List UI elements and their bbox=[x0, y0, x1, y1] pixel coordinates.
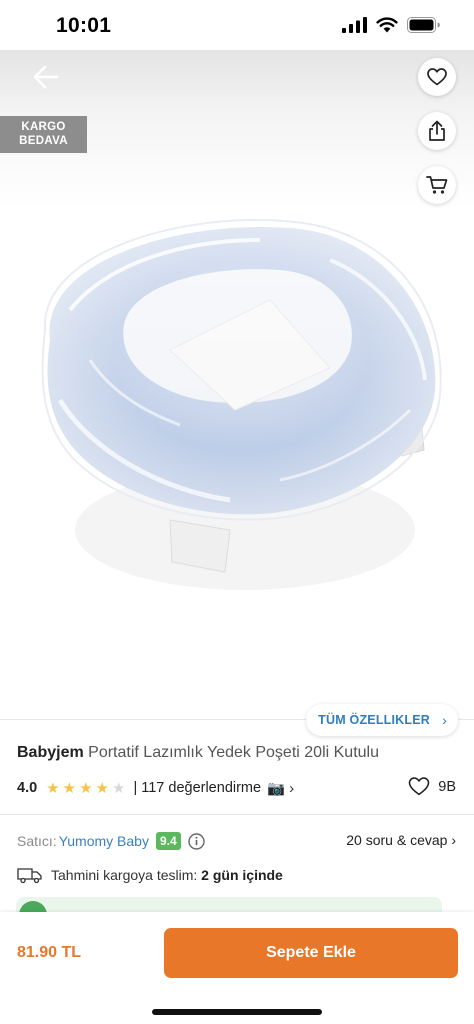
delivery-label: Tahmini kargoya teslim: bbox=[51, 867, 198, 883]
seller-row: Satıcı: Yumomy Baby 9.4 bbox=[17, 832, 205, 850]
all-features-button[interactable]: TÜM ÖZELLIKLER › bbox=[306, 704, 458, 736]
rating-row[interactable]: 4.0 ★ ★ ★ ★ ★ | 117 değerlendirme 📷 › bbox=[17, 778, 294, 798]
chevron-right-icon: › bbox=[442, 712, 447, 728]
camera-icon: 📷 bbox=[267, 780, 286, 797]
add-to-cart-button[interactable]: Sepete Ekle bbox=[164, 928, 458, 978]
status-icons bbox=[342, 17, 440, 33]
back-button[interactable] bbox=[30, 62, 62, 92]
heart-icon bbox=[408, 777, 430, 796]
delivery-estimate: Tahmini kargoya teslim: 2 gün içinde bbox=[17, 866, 283, 884]
battery-icon bbox=[407, 17, 440, 33]
bottom-bar: 81.90 TL Sepete Ekle bbox=[0, 912, 474, 1024]
star-icon: ★ bbox=[62, 779, 77, 797]
seller-prefix: Satıcı: bbox=[17, 833, 57, 849]
share-icon bbox=[429, 120, 445, 141]
product-image bbox=[41, 218, 442, 590]
star-icon: ★ bbox=[46, 779, 60, 797]
seller-name-link[interactable]: Yumomy Baby bbox=[59, 833, 149, 849]
questions-answers-link[interactable]: 20 soru & cevap › bbox=[346, 832, 456, 848]
price: 81.90 TL bbox=[17, 944, 82, 961]
truck-icon bbox=[17, 868, 42, 884]
like-count-value: 9B bbox=[438, 778, 456, 795]
badge-line1: KARGO bbox=[21, 121, 66, 133]
rating-stars: ★ ★ ★ ★ ★ bbox=[46, 781, 125, 796]
star-icon: ★ bbox=[79, 779, 93, 797]
star-icon: ★ bbox=[111, 779, 126, 797]
star-icon: ★ bbox=[95, 779, 109, 797]
like-count[interactable]: 9B bbox=[408, 777, 456, 796]
divider bbox=[0, 814, 474, 815]
all-features-label: TÜM ÖZELLIKLER bbox=[318, 713, 430, 727]
review-count[interactable]: | 117 değerlendirme bbox=[133, 780, 261, 796]
free-shipping-badge: KARGO BEDAVA bbox=[0, 116, 87, 153]
share-button[interactable] bbox=[418, 112, 456, 150]
info-icon[interactable] bbox=[187, 832, 205, 850]
badge-line2: BEDAVA bbox=[19, 135, 68, 147]
heart-icon bbox=[427, 68, 447, 86]
delivery-text: Tahmini kargoya teslim: 2 gün içinde bbox=[51, 867, 283, 883]
product-title: Babyjem Portatif Lazımlık Yedek Poşeti 2… bbox=[17, 744, 379, 762]
status-time: 10:01 bbox=[56, 14, 112, 37]
status-bar: 10:01 bbox=[0, 0, 474, 50]
product-name: Portatif Lazımlık Yedek Poşeti 20li Kutu… bbox=[88, 744, 379, 761]
chevron-right-icon: › bbox=[451, 832, 456, 848]
rating-value: 4.0 bbox=[17, 780, 38, 796]
cart-button[interactable] bbox=[418, 166, 456, 204]
favorite-button[interactable] bbox=[418, 58, 456, 96]
chevron-right-icon: › bbox=[289, 779, 295, 797]
cart-icon bbox=[426, 176, 448, 194]
back-arrow-icon bbox=[33, 65, 59, 89]
wifi-icon bbox=[376, 17, 398, 33]
qa-label: 20 soru & cevap bbox=[346, 832, 448, 848]
product-brand[interactable]: Babyjem bbox=[17, 744, 84, 761]
seller-score-badge: 9.4 bbox=[155, 832, 181, 850]
delivery-value: 2 gün içinde bbox=[201, 867, 283, 883]
signal-icon bbox=[342, 17, 367, 33]
home-indicator[interactable] bbox=[152, 1009, 322, 1015]
